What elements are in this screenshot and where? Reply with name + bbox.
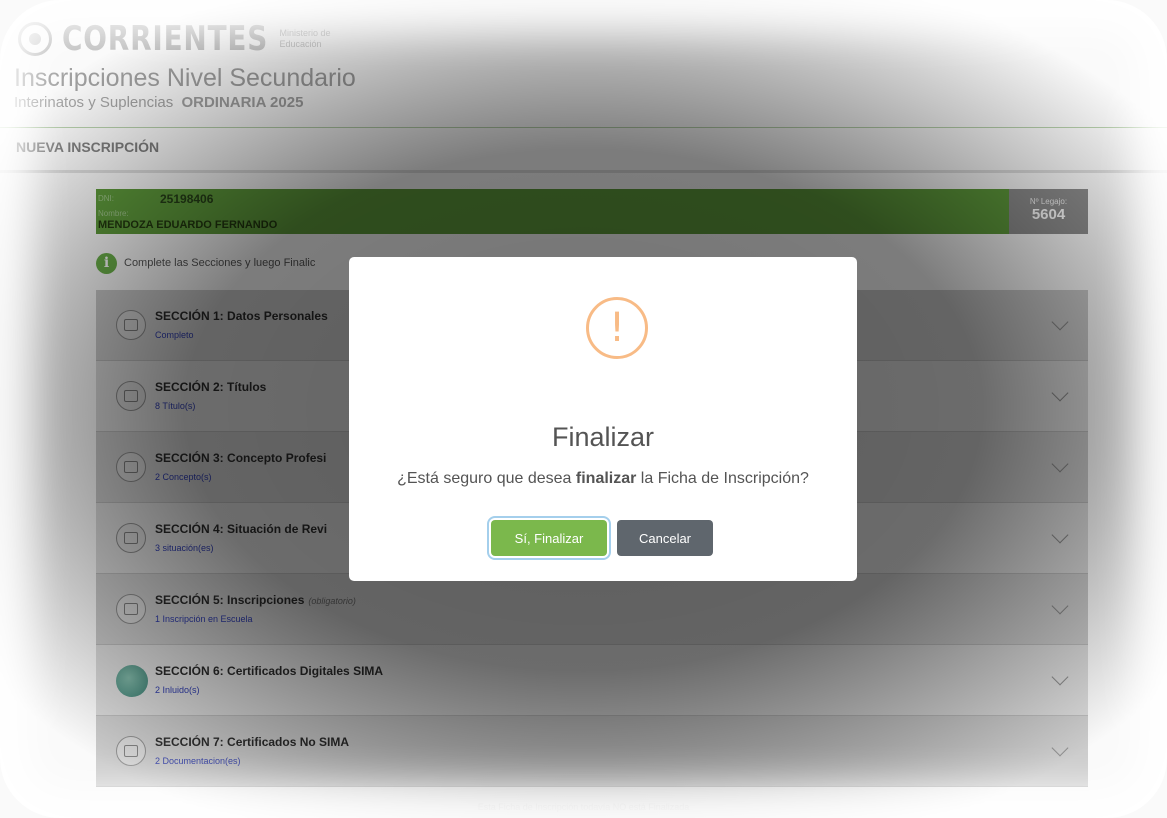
brand-sub-line1: Ministerio de <box>279 28 331 38</box>
cancel-button[interactable]: Cancelar <box>617 520 713 556</box>
chevron-down-icon[interactable] <box>1051 526 1069 544</box>
section-3-title: SECCIÓN 3: Concepto Profesi <box>155 451 327 465</box>
document-icon <box>116 523 146 553</box>
header-divider <box>0 127 1167 128</box>
section-4-title: SECCIÓN 4: Situación de Revi <box>155 522 328 536</box>
document-icon <box>116 736 146 766</box>
section-3-status: 2 Concepto(s) <box>155 472 212 482</box>
app-subtitle-text: Interinatos y Suplencias <box>14 94 174 111</box>
chevron-down-icon[interactable] <box>1051 668 1069 686</box>
person-bar: DNI: 25198406 Nombre: MENDOZA EDUARDO FE… <box>96 189 1088 234</box>
name-label: Nombre: <box>98 209 129 218</box>
section-2-status: 8 Título(s) <box>155 401 196 411</box>
chevron-down-icon[interactable] <box>1051 739 1069 757</box>
footer-note: Esta Ficha de Inscripción todavía NO est… <box>477 802 690 812</box>
page-background: CORRIENTES Ministerio de Educación Inscr… <box>0 0 1167 818</box>
globe-icon <box>116 665 148 697</box>
required-tag: (obligatorio) <box>308 596 356 606</box>
info-icon: i <box>96 252 117 274</box>
confirm-dialog: ! Finalizar ¿Está seguro que desea final… <box>349 257 857 581</box>
dni-value: 25198406 <box>160 192 214 206</box>
app-subtitle: Interinatos y Suplencias ORDINARIA 2025 <box>14 94 303 111</box>
warning-icon: ! <box>586 297 648 359</box>
chevron-down-icon[interactable] <box>1051 597 1069 615</box>
brand-subtitle: Ministerio de Educación <box>279 28 330 50</box>
brand-logo: CORRIENTES Ministerio de Educación <box>18 18 330 60</box>
dialog-title: Finalizar <box>551 422 655 452</box>
section-7-status: 2 Documentacion(es) <box>155 756 241 766</box>
legajo-badge: Nº Legajo: 5604 <box>1009 189 1088 234</box>
diploma-icon <box>116 381 146 411</box>
app-title: Inscripciones Nivel Secundario <box>14 64 356 92</box>
id-card-icon <box>116 310 146 340</box>
province-seal-icon <box>18 22 52 56</box>
concept-icon <box>116 452 146 482</box>
brand-sub-line2: Educación <box>279 39 322 49</box>
confirm-finalize-button[interactable]: Sí, Finalizar <box>491 520 607 556</box>
section-4-status: 3 situación(es) <box>155 543 214 553</box>
info-text: Complete las Secciones y luego Finalic <box>124 257 316 269</box>
chevron-down-icon[interactable] <box>1051 384 1069 402</box>
edit-icon <box>116 594 146 624</box>
legajo-label: Nº Legajo: <box>1029 197 1068 206</box>
section-1-status: Completo <box>155 330 194 340</box>
name-value: MENDOZA EDUARDO FERNANDO <box>98 219 278 231</box>
chevron-down-icon[interactable] <box>1051 313 1069 331</box>
heading-divider <box>0 170 1167 173</box>
app-edition: ORDINARIA 2025 <box>181 94 304 111</box>
section-2-title: SECCIÓN 2: Títulos <box>155 380 267 394</box>
section-7-title: SECCIÓN 7: Certificados No SIMA <box>155 735 350 749</box>
section-5-row[interactable]: SECCIÓN 5: Inscripciones (obligatorio) 1 … <box>96 574 1088 645</box>
legajo-value: 5604 <box>1031 206 1066 223</box>
dialog-message: ¿Está seguro que desea finalizar la Fich… <box>397 470 809 487</box>
section-6-title: SECCIÓN 6: Certificados Digitales SIMA <box>155 664 384 678</box>
brand-name: CORRIENTES <box>62 19 269 59</box>
section-1-title: SECCIÓN 1: Datos Personales <box>155 309 328 323</box>
section-5-title: SECCIÓN 5: Inscripciones (obligatorio) <box>155 593 356 607</box>
section-7-row[interactable]: SECCIÓN 7: Certificados No SIMA 2 Docume… <box>96 716 1088 787</box>
section-6-row[interactable]: SECCIÓN 6: Certificados Digitales SIMA 2… <box>96 645 1088 716</box>
dni-label: DNI: <box>98 194 114 203</box>
chevron-down-icon[interactable] <box>1051 455 1069 473</box>
section-6-status: 2 Inluido(s) <box>155 685 200 695</box>
info-message: i Complete las Secciones y luego Finalic <box>96 252 315 274</box>
section-5-status: 1 Inscripción en Escuela <box>155 614 253 624</box>
page-title: NUEVA INSCRIPCIÓN <box>16 139 160 155</box>
